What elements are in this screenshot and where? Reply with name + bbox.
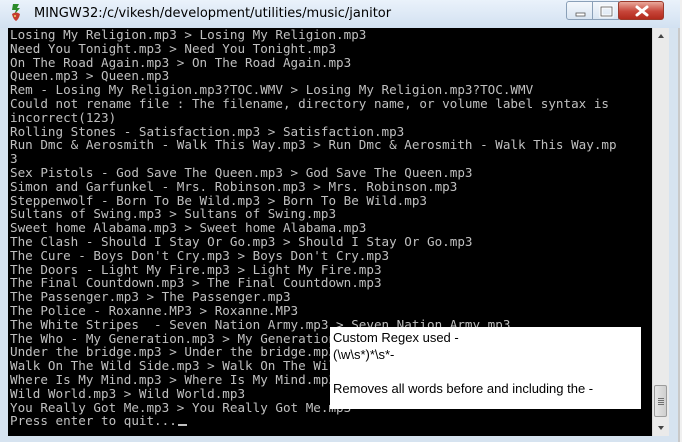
console-line: The Clash - Should I Stay Or Go.mp3 > Sh… bbox=[10, 233, 473, 249]
mingw-terminal-icon bbox=[12, 4, 20, 21]
console-line: Could not rename file : The filename, di… bbox=[10, 95, 609, 111]
console-line: Rem - Losing My Religion.mp3?TOC.WMV > L… bbox=[10, 82, 534, 98]
console-line: Queen.mp3 > Queen.mp3 bbox=[10, 68, 170, 84]
console-line: Sultans of Swing.mp3 > Sultans of Swing.… bbox=[10, 206, 337, 222]
console-line: Steppenwolf - Born To Be Wild.mp3 > Born… bbox=[10, 192, 428, 208]
console-line: The Passenger.mp3 > The Passenger.mp3 bbox=[10, 289, 291, 305]
maximize-button[interactable] bbox=[592, 1, 619, 20]
console-line: Simon and Garfunkel - Mrs. Robinson.mp3 … bbox=[10, 178, 458, 194]
console-line: incorrect(123) bbox=[10, 109, 117, 125]
annotation-line: Custom Regex used - bbox=[333, 330, 459, 345]
close-icon bbox=[635, 5, 649, 17]
console-line: Sex Pistols - God Save The Queen.mp3 > G… bbox=[10, 164, 473, 180]
minimize-icon bbox=[575, 12, 586, 17]
console-line: On The Road Again.mp3 > On The Road Agai… bbox=[10, 54, 352, 70]
text-cursor bbox=[177, 424, 187, 427]
close-button[interactable] bbox=[618, 1, 664, 20]
vertical-scrollbar[interactable] bbox=[652, 28, 669, 436]
prompt-line: Press enter to quit... bbox=[10, 414, 617, 428]
console-line: 3 bbox=[10, 151, 18, 167]
minimize-button[interactable] bbox=[566, 1, 593, 20]
console-line: Need You Tonight.mp3 > Need You Tonight.… bbox=[10, 40, 337, 56]
console-line: Rolling Stones - Satisfaction.mp3 > Sati… bbox=[10, 123, 405, 139]
console-line: The Cure - Boys Don't Cry.mp3 > Boys Don… bbox=[10, 247, 390, 263]
terminal-window: MINGW32:/c/vikesh/development/utilities/… bbox=[0, 0, 680, 442]
title-bar[interactable]: MINGW32:/c/vikesh/development/utilities/… bbox=[0, 0, 680, 28]
scroll-down-arrow-icon[interactable] bbox=[653, 419, 669, 436]
scroll-up-arrow-icon[interactable] bbox=[653, 28, 669, 45]
regex-annotation-box: Custom Regex used - (\w\s*)*\s*- Removes a… bbox=[330, 327, 641, 409]
console-line: Sweet home Alabama.mp3 > Sweet home Alab… bbox=[10, 220, 367, 236]
scrollbar-thumb[interactable] bbox=[654, 385, 667, 417]
console-line: The Police - Roxanne.MP3 > Roxanne.MP3 bbox=[10, 302, 299, 318]
annotation-line: (\w\s*)*\s*- bbox=[333, 347, 395, 362]
console-line: Losing My Religion.mp3 > Losing My Relig… bbox=[10, 28, 367, 42]
console-line: The Doors - Light My Fire.mp3 > Light My… bbox=[10, 261, 382, 277]
window-title: MINGW32:/c/vikesh/development/utilities/… bbox=[34, 6, 392, 21]
console-line: The Final Countdown.mp3 > The Final Coun… bbox=[10, 275, 382, 291]
annotation-line bbox=[333, 363, 641, 380]
maximize-icon bbox=[599, 5, 614, 18]
annotation-line: Removes all words before and including t… bbox=[333, 381, 594, 396]
console-line: Run Dmc & Aerosmith - Walk This Way.mp3 … bbox=[10, 137, 617, 153]
